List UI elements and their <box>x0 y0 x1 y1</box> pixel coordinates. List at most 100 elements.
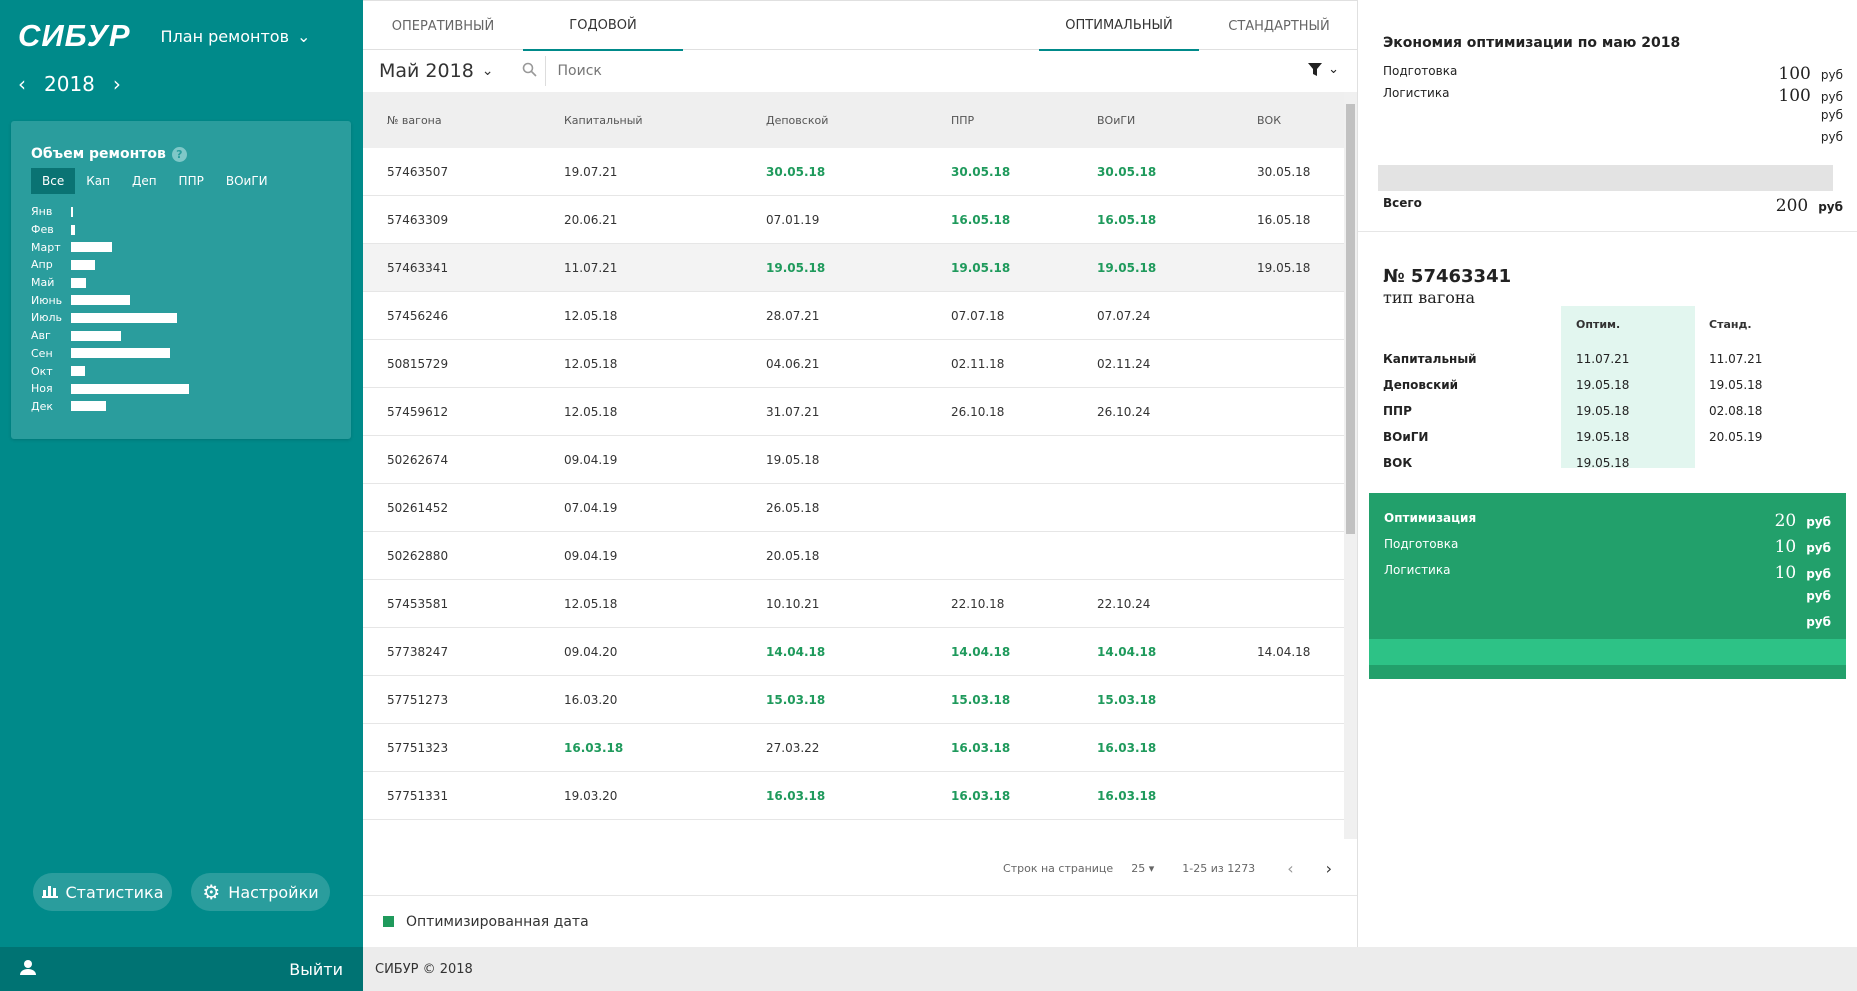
next-page-icon[interactable]: › <box>1326 859 1332 878</box>
economy-row-value-group: 100 руб <box>1778 86 1843 106</box>
table-cell: 57463341 <box>387 260 449 275</box>
table-row[interactable]: 57459612 12.05.18 31.07.21 26.10.18 26.10.24 <box>363 388 1344 436</box>
table-cell: 11.07.21 <box>564 260 618 275</box>
settings-button[interactable]: ⚙ Настройки <box>191 873 330 911</box>
column-header[interactable]: Деповской <box>766 114 828 127</box>
month-label: Март <box>31 240 61 254</box>
table-row[interactable]: 57751323 16.03.18 27.03.22 16.03.18 16.03.18 <box>363 724 1344 772</box>
repair-type-tab[interactable]: ВОиГИ <box>215 168 279 194</box>
search-icon <box>522 62 537 81</box>
table-row[interactable]: 57463309 20.06.21 07.01.19 16.05.18 16.05.18… <box>363 196 1344 244</box>
table-cell: 15.03.18 <box>1097 692 1157 707</box>
table-cell: 50262880 <box>387 548 449 563</box>
chevron-down-icon: ⌄ <box>297 26 311 46</box>
tab-optimal[interactable]: Оптимальный <box>1039 1 1199 51</box>
optimization-row: Подготовка 10 руб <box>1384 537 1831 557</box>
table-row[interactable] <box>363 820 1344 836</box>
table-cell: 09.04.19 <box>564 452 618 467</box>
optimization-row: руб <box>1384 589 1831 603</box>
column-header[interactable]: Капитальный <box>564 114 643 127</box>
optimization-row-unit: руб <box>1806 541 1831 555</box>
tab-operational[interactable]: Оперативный <box>363 1 523 51</box>
sidebar: СИБУР План ремонтов ⌄ ‹ 2018 › Объем рем… <box>0 0 363 991</box>
table-cell: 16.03.18 <box>1097 740 1157 755</box>
wagon-row-label: ВОК <box>1383 456 1413 470</box>
chevron-right-icon[interactable]: › <box>113 72 121 96</box>
help-icon[interactable]: ? <box>171 146 187 162</box>
optimization-row: Оптимизация 20 руб <box>1384 511 1831 531</box>
filter-button[interactable]: ⌄ <box>1308 62 1339 81</box>
column-header[interactable]: ВОиГИ <box>1097 114 1135 127</box>
month-bar <box>71 206 73 217</box>
optimization-row-unit: руб <box>1806 515 1831 529</box>
logout-link[interactable]: Выйти <box>289 960 343 979</box>
table-cell: 19.07.21 <box>564 164 618 179</box>
month-label: Июль <box>31 311 63 325</box>
table-cell: 26.10.24 <box>1097 404 1151 419</box>
table-cell: 16.03.18 <box>1097 788 1157 803</box>
pagination: Строк на странице 25 ▾ 1-25 из 1273 ‹ › <box>363 852 1344 884</box>
table-cell: 16.03.18 <box>951 788 1011 803</box>
table-row[interactable]: 57463341 11.07.21 19.05.18 19.05.18 19.05.18… <box>363 244 1344 292</box>
plan-menu-dropdown[interactable]: План ремонтов ⌄ <box>161 27 311 46</box>
repair-type-tab[interactable]: ППР <box>168 168 215 194</box>
plan-menu-label: План ремонтов <box>160 26 289 46</box>
month-dropdown-value: Май 2018 <box>379 60 474 82</box>
table-cell: 09.04.20 <box>564 644 618 659</box>
sidebar-header: СИБУР План ремонтов ⌄ <box>18 18 345 54</box>
user-icon[interactable] <box>20 959 36 979</box>
table-row[interactable]: 57456246 12.05.18 28.07.21 07.07.18 07.07.24 <box>363 292 1344 340</box>
economy-row-unit: руб <box>1820 90 1843 104</box>
optimization-row-value: 10 <box>1774 563 1797 583</box>
table-cell: 16.03.18 <box>766 788 826 803</box>
chevron-down-icon: ⌄ <box>481 63 494 79</box>
statistics-button[interactable]: Статистика <box>33 873 172 911</box>
table-row[interactable]: 50261452 07.04.19 26.05.18 <box>363 484 1344 532</box>
wagon-row-label: Капитальный <box>1383 352 1477 366</box>
tab-standard[interactable]: Стандартный <box>1199 1 1359 51</box>
table-row[interactable]: 57453581 12.05.18 10.10.21 22.10.18 22.10.24 <box>363 580 1344 628</box>
table-cell: 12.05.18 <box>564 356 618 371</box>
table-cell: 19.03.20 <box>564 788 618 803</box>
month-label: Авг <box>31 329 51 343</box>
filter-icon <box>1308 62 1323 81</box>
economy-row-unit: руб <box>1820 68 1843 82</box>
table-row[interactable]: 57751331 19.03.20 16.03.18 16.03.18 16.03.18 <box>363 772 1344 820</box>
optimization-row-value: 10 <box>1774 537 1797 557</box>
table-scrollbar[interactable] <box>1344 92 1357 839</box>
month-bar <box>71 295 130 306</box>
table-cell: 12.05.18 <box>564 404 618 419</box>
economy-total-value: 200 <box>1775 196 1809 216</box>
scrollbar-thumb[interactable] <box>1346 104 1355 534</box>
table-cell: 07.04.19 <box>564 500 618 515</box>
table-cell: 30.05.18 <box>951 164 1011 179</box>
search-input[interactable] <box>544 56 1245 86</box>
prev-page-icon[interactable]: ‹ <box>1287 859 1293 878</box>
legend: Оптимизированная дата <box>363 895 1357 947</box>
column-header[interactable]: ВОК <box>1257 114 1281 127</box>
chevron-left-icon[interactable]: ‹ <box>18 72 26 96</box>
column-header[interactable]: ППР <box>951 114 974 127</box>
repair-type-tab[interactable]: Все <box>31 168 76 194</box>
optimization-row: Логистика 10 руб <box>1384 563 1831 583</box>
table-row[interactable]: 50262880 09.04.19 20.05.18 <box>363 532 1344 580</box>
table-cell: 26.10.18 <box>951 404 1005 419</box>
month-row: Окт <box>31 362 189 380</box>
table-row[interactable]: 50815729 12.05.18 04.06.21 02.11.18 02.11.24 <box>363 340 1344 388</box>
column-header[interactable]: № вагона <box>387 114 442 127</box>
table-cell: 16.03.18 <box>951 740 1011 755</box>
rows-per-page-select[interactable]: 25 ▾ <box>1131 862 1154 875</box>
repair-type-tab[interactable]: Кап <box>75 168 121 194</box>
wagon-col-std: Станд. <box>1709 318 1752 331</box>
table-row[interactable]: 57751273 16.03.20 15.03.18 15.03.18 15.03.18 <box>363 676 1344 724</box>
month-dropdown[interactable]: Май 2018 ⌄ <box>379 60 494 82</box>
repair-type-tab[interactable]: Деп <box>121 168 168 194</box>
optimization-row-unit: руб <box>1806 589 1831 603</box>
wagon-row-label: Деповский <box>1383 378 1459 392</box>
table-row[interactable]: 57738247 09.04.20 14.04.18 14.04.18 14.04.18… <box>363 628 1344 676</box>
settings-label: Настройки <box>228 882 319 902</box>
repair-volume-title-text: Объем ремонтов <box>31 146 166 162</box>
table-row[interactable]: 57463507 19.07.21 30.05.18 30.05.18 30.05.18… <box>363 148 1344 196</box>
tab-annual[interactable]: Годовой <box>523 1 683 51</box>
table-row[interactable]: 50262674 09.04.19 19.05.18 <box>363 436 1344 484</box>
